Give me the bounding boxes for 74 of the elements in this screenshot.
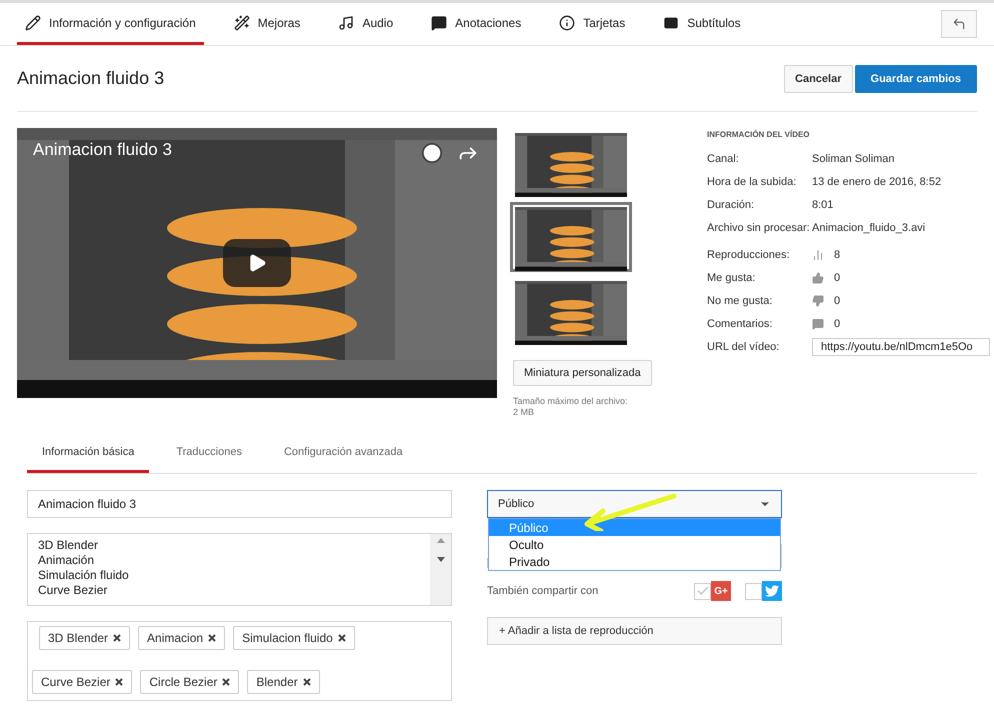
- info-value: 8:01: [812, 198, 834, 210]
- nav-tab[interactable]: Mejoras: [226, 3, 308, 45]
- tags-field[interactable]: 3D Blender Animacion Simulacion fluido Curve Bezier Circle Bezier Blender: [27, 621, 452, 701]
- description-line: Animación: [38, 553, 96, 568]
- nav-tab[interactable]: Subtítulos: [655, 3, 749, 45]
- section-tab[interactable]: Traducciones: [161, 434, 257, 473]
- info-label: Archivo sin procesar:: [707, 222, 811, 234]
- tag-label: Circle Bezier: [149, 674, 218, 688]
- stat-value: 8: [834, 248, 840, 260]
- remove-tag-button[interactable]: [115, 676, 124, 688]
- description-line: 3D Blender: [38, 538, 100, 553]
- back-button[interactable]: [941, 10, 977, 38]
- pencil-icon: [25, 14, 41, 30]
- section-tab[interactable]: Configuración avanzada: [268, 434, 418, 473]
- info-icon: [559, 14, 576, 30]
- back-arrow-icon: [952, 17, 966, 31]
- tag-label: Curve Bezier: [41, 674, 110, 688]
- google-plus-logo: G+: [711, 581, 731, 601]
- title-field[interactable]: Animacion fluido 3: [27, 490, 452, 518]
- info-label: Canal:: [707, 152, 740, 164]
- remove-tag-button[interactable]: [113, 632, 122, 644]
- tag-label: Blender: [256, 674, 298, 688]
- remove-tag-button[interactable]: [338, 632, 346, 644]
- info-value: 13 de enero de 2016, 8:52: [812, 176, 942, 188]
- share-checkbox[interactable]: [694, 582, 711, 600]
- privacy-dropdown[interactable]: Público: [487, 490, 782, 518]
- tag-label: Animacion: [147, 631, 204, 645]
- remove-tag-button[interactable]: [222, 676, 230, 688]
- info-value: Soliman Soliman: [812, 152, 895, 164]
- play-button[interactable]: [223, 239, 291, 287]
- bird-logo: [762, 581, 782, 601]
- stat-value: 0: [834, 272, 840, 284]
- share-checkbox[interactable]: [745, 582, 762, 600]
- add-to-playlist-button[interactable]: + Añadir a lista de reproducción: [487, 617, 782, 645]
- tag-label: 3D Blender: [48, 631, 108, 645]
- stat-label: Me gusta:: [707, 272, 756, 284]
- tag-label: Simulacion fluido: [242, 631, 333, 645]
- info-label: Hora de la subida:: [707, 176, 798, 188]
- scroll-down-icon[interactable]: [436, 557, 444, 562]
- info-label: Duración:: [707, 198, 756, 210]
- description-field[interactable]: 3D Blender Animación Simulación fluido Curve Bezier: [27, 533, 452, 606]
- player-title: Animacion fluido 3: [33, 140, 172, 160]
- info-label: URL del vídeo:: [707, 340, 780, 352]
- remove-tag-button[interactable]: [302, 676, 311, 688]
- save-button[interactable]: Guardar cambios: [854, 64, 977, 92]
- section-heading: INFORMACIÓN DEL VÍDEO: [707, 130, 811, 139]
- nav-tab[interactable]: Audio: [330, 3, 402, 45]
- description-line: Simulación fluido: [38, 568, 130, 583]
- section-tab[interactable]: Información básica: [27, 434, 150, 473]
- stat-label: Reproducciones:: [707, 248, 791, 260]
- thumbs-up-icon: [812, 272, 824, 284]
- custom-thumbnail-button[interactable]: Miniatura personalizada: [513, 360, 652, 386]
- url-field[interactable]: https://youtu.be/nlDmcm1e5Oo: [812, 338, 990, 356]
- nav-tab[interactable]: Información y configuración: [17, 3, 204, 45]
- captions-icon: [663, 14, 680, 30]
- music-note-icon: [338, 14, 354, 30]
- remove-tag-button[interactable]: [208, 632, 216, 644]
- info-value: Animacion_fluido_3.avi: [812, 222, 926, 234]
- magic-wand-icon: [234, 14, 250, 30]
- speech-bubble-icon: [431, 14, 448, 30]
- video-title: Animacion fluido 3: [17, 68, 164, 89]
- file-size-note: Tamaño máximo del archivo: 2 MB: [513, 396, 628, 418]
- cancel-button[interactable]: Cancelar: [784, 64, 853, 92]
- stat-value: 0: [834, 294, 840, 306]
- stat-label: Comentarios:: [707, 318, 774, 330]
- thumbs-down-icon: [812, 294, 824, 306]
- nav-tab[interactable]: Anotaciones: [423, 3, 530, 45]
- description-line: Curve Bezier: [38, 583, 108, 598]
- stat-value: 0: [834, 318, 840, 330]
- comment-icon: [812, 318, 824, 330]
- bar-chart-icon: [812, 248, 824, 260]
- nav-tab[interactable]: Tarjetas: [551, 3, 634, 45]
- stat-label: No me gusta:: [707, 294, 774, 306]
- share-label: También compartir con: [487, 585, 600, 597]
